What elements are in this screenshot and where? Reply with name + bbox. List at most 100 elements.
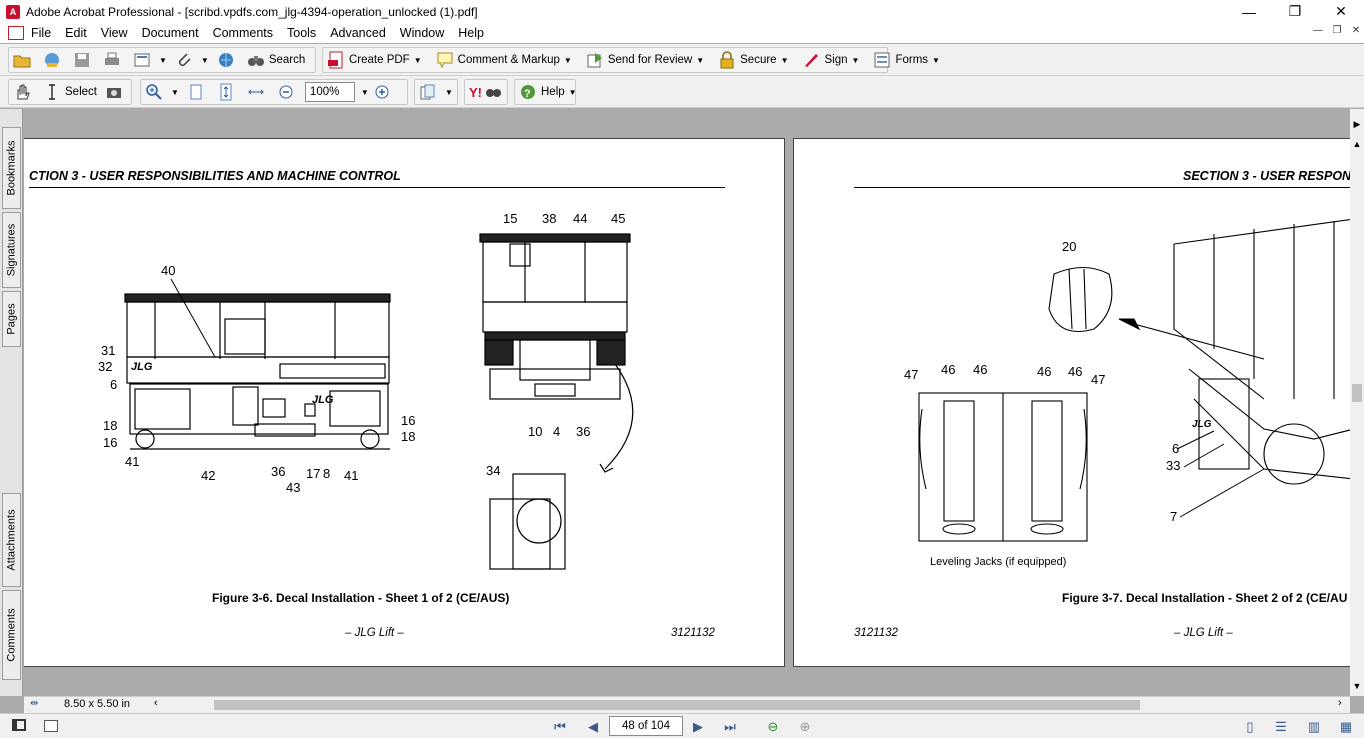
menu-help[interactable]: Help bbox=[451, 26, 491, 40]
camera-icon bbox=[105, 83, 123, 101]
help-label: Help bbox=[541, 86, 565, 98]
print-button[interactable] bbox=[99, 48, 129, 72]
footer-center: – JLG Lift – bbox=[345, 627, 404, 639]
doc-restore-button[interactable]: ❐ bbox=[1327, 25, 1347, 36]
vertical-scroll-thumb[interactable] bbox=[1352, 384, 1362, 402]
zoom-in-tool-button[interactable]: ▼ bbox=[141, 80, 183, 104]
panel-toggle-icon[interactable] bbox=[12, 719, 26, 731]
facing-layout-icon[interactable]: ▥ bbox=[1304, 718, 1324, 735]
comment-markup-button[interactable]: Comment & Markup ▼ bbox=[432, 48, 576, 72]
minimize-button[interactable]: — bbox=[1226, 0, 1272, 23]
tab-attachments[interactable]: Attachments bbox=[2, 493, 21, 587]
menu-tools[interactable]: Tools bbox=[280, 26, 323, 40]
horizontal-scrollbar[interactable]: ⇹ 8.50 x 5.50 in ‹ › bbox=[24, 696, 1350, 713]
menu-view[interactable]: View bbox=[94, 26, 135, 40]
continuous-facing-layout-icon[interactable]: ▦ bbox=[1336, 718, 1356, 735]
secure-button[interactable]: Secure ▼ bbox=[714, 48, 792, 72]
create-pdf-button[interactable]: Create PDF ▼ bbox=[323, 48, 426, 72]
scroll-down-arrow-icon[interactable]: ▼ bbox=[1351, 681, 1363, 693]
rotate-view-button[interactable]: ▼ bbox=[415, 80, 457, 104]
zoom-input[interactable] bbox=[304, 82, 355, 102]
document-viewport[interactable]: CTION 3 - USER RESPONSIBILITIES AND MACH… bbox=[24, 109, 1350, 696]
title-bar: A Adobe Acrobat Professional - [scribd.v… bbox=[0, 0, 1364, 23]
open-button[interactable] bbox=[9, 48, 39, 72]
tab-signatures-label: Signatures bbox=[5, 223, 18, 277]
zoom-dropdown-icon[interactable]: ▼ bbox=[361, 88, 369, 97]
actual-size-button[interactable] bbox=[183, 80, 213, 104]
email-button[interactable] bbox=[213, 48, 243, 72]
doc-close-button[interactable]: ✕ bbox=[1346, 25, 1364, 36]
first-page-button[interactable]: ⏮ bbox=[550, 718, 570, 735]
zoom-in-button[interactable] bbox=[369, 80, 399, 104]
vertical-scrollbar[interactable]: ▶ ▲ ▼ bbox=[1350, 109, 1364, 696]
document-icon bbox=[133, 51, 151, 69]
svg-text:47: 47 bbox=[904, 367, 918, 382]
tasks-button[interactable]: ▼ bbox=[129, 48, 171, 72]
tab-pages-label: Pages bbox=[5, 303, 18, 335]
scroll-right-arrow-icon[interactable]: ▶ bbox=[1351, 119, 1363, 133]
tab-comments[interactable]: Comments bbox=[2, 590, 21, 680]
next-view-button[interactable]: ⊕ bbox=[795, 718, 815, 735]
tab-comments-label: Comments bbox=[5, 608, 18, 662]
yahoo-search-button[interactable]: Y! bbox=[465, 80, 509, 104]
save-button[interactable] bbox=[69, 48, 99, 72]
svg-text:46: 46 bbox=[1068, 364, 1082, 379]
send-for-review-button[interactable]: Send for Review ▼ bbox=[582, 48, 708, 72]
tab-pages[interactable]: Pages bbox=[2, 291, 21, 347]
footer-doc-number: 3121132 bbox=[671, 627, 715, 639]
hand-tool-button[interactable] bbox=[9, 80, 39, 104]
scroll-up-arrow-icon[interactable]: ▲ bbox=[1351, 139, 1363, 151]
scroll-left-arrow-icon[interactable]: ‹ bbox=[154, 697, 158, 709]
split-view-icon[interactable]: ⇹ bbox=[30, 698, 38, 709]
menu-comments[interactable]: Comments bbox=[206, 26, 280, 40]
single-page-layout-icon[interactable]: ▯ bbox=[1240, 718, 1260, 735]
next-page-button[interactable]: ▶ bbox=[688, 718, 708, 735]
status-bar: ⏮ ◀ 48 of 104 ▶ ⏭ ⊖ ⊕ ▯ ☰ ▥ ▦ bbox=[0, 713, 1364, 738]
header-rule bbox=[854, 187, 1350, 188]
tab-signatures[interactable]: Signatures bbox=[2, 212, 21, 288]
menu-file[interactable]: File bbox=[24, 26, 58, 40]
tab-attachments-label: Attachments bbox=[5, 509, 18, 571]
zoom-out-button[interactable] bbox=[273, 80, 303, 104]
close-button[interactable]: ✕ bbox=[1318, 0, 1364, 23]
page-icon bbox=[187, 83, 205, 101]
snapshot-tool-button[interactable] bbox=[101, 80, 131, 104]
menu-window[interactable]: Window bbox=[393, 26, 451, 40]
menu-advanced[interactable]: Advanced bbox=[323, 26, 393, 40]
comment-markup-label: Comment & Markup bbox=[457, 54, 560, 66]
maximize-button[interactable]: ❐ bbox=[1272, 0, 1318, 23]
previous-page-button[interactable]: ◀ bbox=[583, 718, 603, 735]
fit-width-button[interactable] bbox=[243, 80, 273, 104]
send-review-label: Send for Review bbox=[607, 54, 693, 66]
comment-markup-icon bbox=[436, 51, 454, 69]
scroll-right-arrow-icon[interactable]: › bbox=[1338, 697, 1342, 709]
create-pdf-icon bbox=[327, 51, 345, 69]
svg-text:41: 41 bbox=[344, 468, 358, 483]
svg-text:15: 15 bbox=[503, 211, 517, 226]
menu-edit[interactable]: Edit bbox=[58, 26, 94, 40]
tab-bookmarks[interactable]: Bookmarks bbox=[2, 127, 21, 209]
properties-icon[interactable] bbox=[44, 720, 58, 732]
help-button[interactable]: ? Help ▼ bbox=[515, 80, 581, 104]
menu-document[interactable]: Document bbox=[135, 26, 206, 40]
svg-text:JLG: JLG bbox=[131, 361, 153, 373]
footer-center: – JLG Lift – bbox=[1174, 627, 1233, 639]
select-tool-button[interactable]: Select bbox=[39, 80, 101, 104]
svg-text:33: 33 bbox=[1166, 458, 1180, 473]
previous-view-button[interactable]: ⊖ bbox=[763, 718, 783, 735]
attach-button[interactable]: ▼ bbox=[171, 48, 213, 72]
document-menu-icon[interactable] bbox=[8, 26, 24, 40]
forms-button[interactable]: Forms ▼ bbox=[869, 48, 944, 72]
forms-label: Forms bbox=[895, 54, 929, 66]
decal-figure-sheet-2: JLG 20 47 46 46 46 46 47 6 33 7 bbox=[904, 219, 1350, 542]
magnifier-plus-icon bbox=[145, 83, 163, 101]
page-number-input[interactable]: 48 of 104 bbox=[609, 716, 683, 736]
continuous-layout-icon[interactable]: ☰ bbox=[1271, 718, 1291, 735]
last-page-button[interactable]: ⏭ bbox=[720, 718, 740, 735]
organizer-button[interactable] bbox=[39, 48, 69, 72]
sign-button[interactable]: Sign ▼ bbox=[798, 48, 863, 72]
search-button[interactable]: Search bbox=[243, 48, 309, 72]
fit-page-button[interactable] bbox=[213, 80, 243, 104]
horizontal-scroll-thumb[interactable] bbox=[214, 700, 1140, 710]
doc-minimize-button[interactable]: — bbox=[1308, 25, 1328, 36]
